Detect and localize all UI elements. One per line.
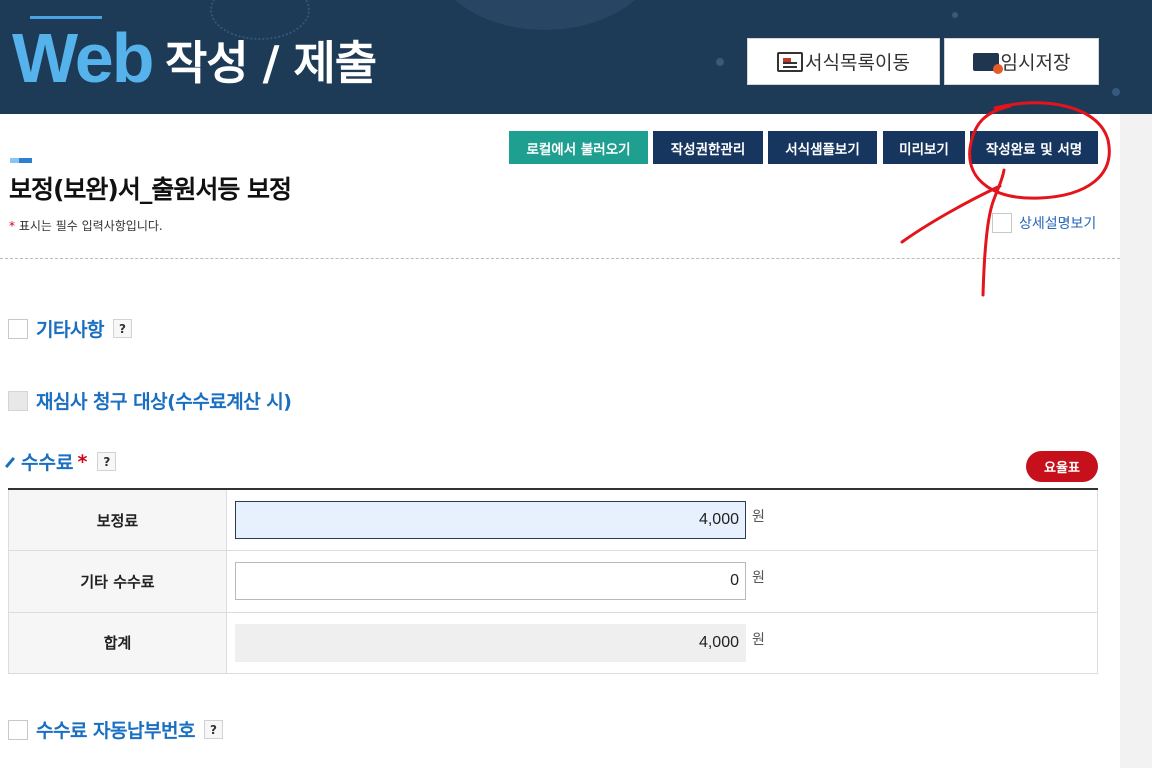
reexam-checkbox[interactable] [8, 390, 28, 411]
pencil-icon [4, 456, 16, 469]
banner-dot [716, 58, 724, 66]
permission-button[interactable]: 작성권한관리 [653, 131, 763, 164]
logo-web-text: Web [12, 19, 154, 97]
form-list-button[interactable]: 서식목록이동 [747, 38, 940, 85]
etc-checkbox[interactable] [8, 318, 28, 339]
sample-view-button[interactable]: 서식샘플보기 [768, 131, 877, 164]
detail-checkbox[interactable] [992, 213, 1012, 233]
section-auto-pay: 수수료 자동납부번호 ? [8, 716, 223, 743]
fee-table: 보정료 4,000 원 기타 수수료 0원 합계 4,000 원 [8, 488, 1098, 674]
load-local-button[interactable]: 로컬에서 불러오기 [509, 131, 648, 164]
correction-fee-input[interactable]: 4,000 [235, 501, 746, 539]
page-heading: 작성 / 제출 [165, 36, 377, 90]
temp-save-label: 임시저장 [1000, 52, 1071, 74]
fee-row-label: 보정료 [8, 489, 227, 551]
rate-table-button[interactable]: 요율표 [1026, 451, 1098, 482]
preview-button[interactable]: 미리보기 [883, 131, 965, 164]
form-title: 보정(보완)서_출원서등 보정 [9, 175, 292, 204]
banner-dot [952, 12, 958, 18]
fee-row-value-cell: 4,000 원 [226, 489, 1098, 551]
section-fee: 수수료 * ? [4, 448, 117, 475]
table-row: 보정료 4,000 원 [8, 489, 1098, 551]
banner-decoration [430, 0, 660, 30]
required-note: * 표시는 필수 입력사항입니다. [9, 217, 163, 234]
fee-required-star: * [77, 450, 88, 473]
fee-row-label: 기타 수수료 [8, 550, 227, 613]
reexam-label[interactable]: 재심사 청구 대상(수수료계산 시) [36, 387, 292, 414]
fee-row-value-cell: 4,000 원 [226, 611, 1098, 674]
annotation-arrow-line [900, 184, 1002, 244]
total-fee-field: 4,000 [235, 623, 746, 662]
section-etc: 기타사항 ? [8, 315, 132, 342]
unit-label: 원 [752, 570, 765, 587]
temp-save-button[interactable]: 임시저장 [944, 38, 1099, 85]
help-icon[interactable]: ? [203, 720, 223, 739]
scrollbar-track[interactable] [1120, 114, 1152, 768]
form-list-icon [777, 51, 804, 72]
detail-toggle[interactable]: 상세설명보기 [992, 213, 1096, 233]
required-note-text: 표시는 필수 입력사항입니다. [15, 219, 163, 233]
complete-sign-button[interactable]: 작성완료 및 서명 [970, 131, 1098, 164]
divider [0, 258, 1120, 259]
auto-pay-checkbox[interactable] [8, 719, 28, 740]
etc-label[interactable]: 기타사항 [36, 315, 104, 342]
other-fee-input[interactable]: 0 [235, 562, 746, 601]
folder-save-icon [972, 52, 1003, 74]
detail-toggle-label[interactable]: 상세설명보기 [1019, 213, 1096, 233]
table-row: 합계 4,000 원 [8, 611, 1098, 674]
unit-label: 원 [752, 509, 765, 525]
help-icon[interactable]: ? [97, 452, 117, 471]
unit-label: 원 [752, 631, 765, 648]
header-banner: Web 작성 / 제출 서식목록이동 임시저장 [0, 0, 1152, 114]
form-list-label: 서식목록이동 [805, 52, 910, 74]
banner-dot [1112, 88, 1120, 96]
auto-pay-label[interactable]: 수수료 자동납부번호 [36, 716, 195, 743]
title-accent-bar [10, 158, 32, 163]
fee-row-value-cell: 0원 [226, 550, 1098, 613]
section-reexam: 재심사 청구 대상(수수료계산 시) [8, 387, 292, 414]
fee-label: 수수료 [21, 452, 74, 474]
help-icon[interactable]: ? [112, 319, 132, 338]
fee-row-label: 합계 [8, 611, 227, 674]
table-row: 기타 수수료 0원 [8, 550, 1098, 613]
